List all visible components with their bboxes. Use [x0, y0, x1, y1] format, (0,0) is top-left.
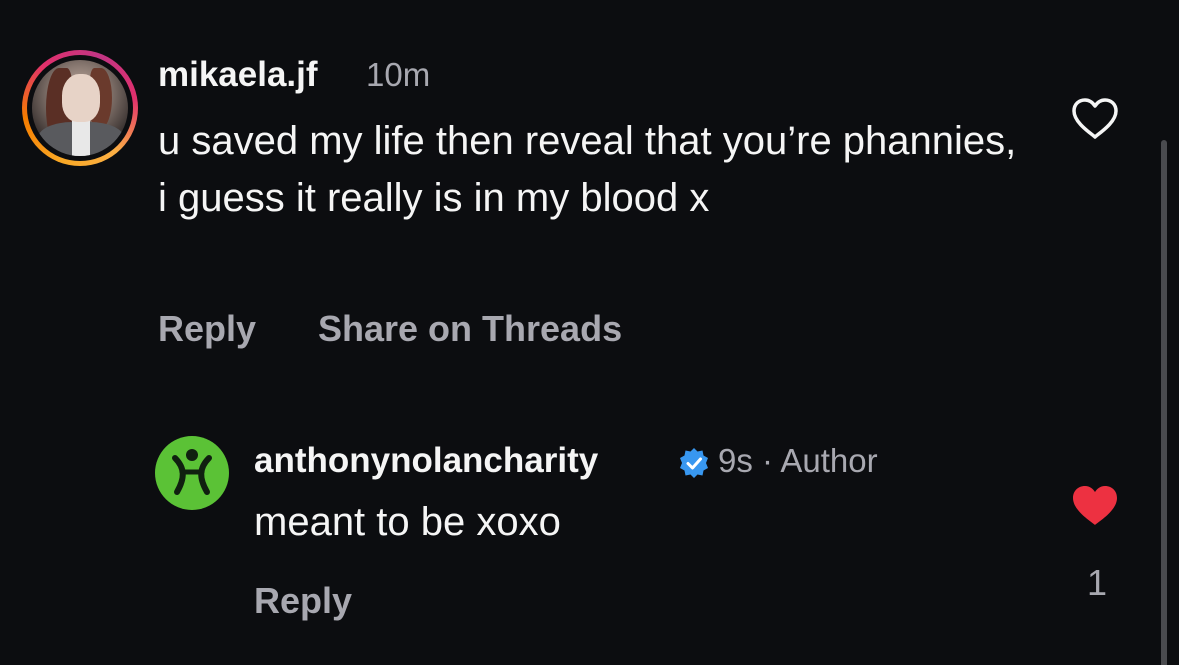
share-on-threads-button[interactable]: Share on Threads: [318, 308, 622, 350]
comment-username[interactable]: anthonynolancharity: [254, 441, 598, 481]
reply-button[interactable]: Reply: [158, 308, 256, 350]
charity-logo-icon: [172, 449, 212, 495]
scrollbar[interactable]: [1161, 140, 1167, 665]
heart-filled-icon[interactable]: [1070, 484, 1120, 528]
avatar-story-ring[interactable]: [22, 50, 138, 166]
comment-text: u saved my life then reveal that you’re …: [158, 119, 1017, 220]
comment-username[interactable]: mikaela.jf: [158, 55, 318, 95]
meta-separator: ·: [762, 442, 774, 479]
heart-outline-icon[interactable]: [1070, 97, 1120, 141]
verified-badge-icon: [680, 448, 708, 478]
author-tag: Author: [780, 442, 878, 479]
comment-timestamp: 9s: [718, 442, 753, 479]
reply-button[interactable]: Reply: [254, 580, 352, 622]
avatar: [32, 60, 128, 156]
comment-timestamp: 10m: [366, 56, 431, 93]
avatar[interactable]: [155, 436, 229, 510]
like-count[interactable]: 1: [1082, 562, 1112, 604]
comments-screen: mikaela.jf 10m u saved my life then reve…: [0, 0, 1179, 665]
comment-text: meant to be xoxo: [254, 500, 561, 544]
comment-meta: 9s · Author: [718, 442, 878, 480]
